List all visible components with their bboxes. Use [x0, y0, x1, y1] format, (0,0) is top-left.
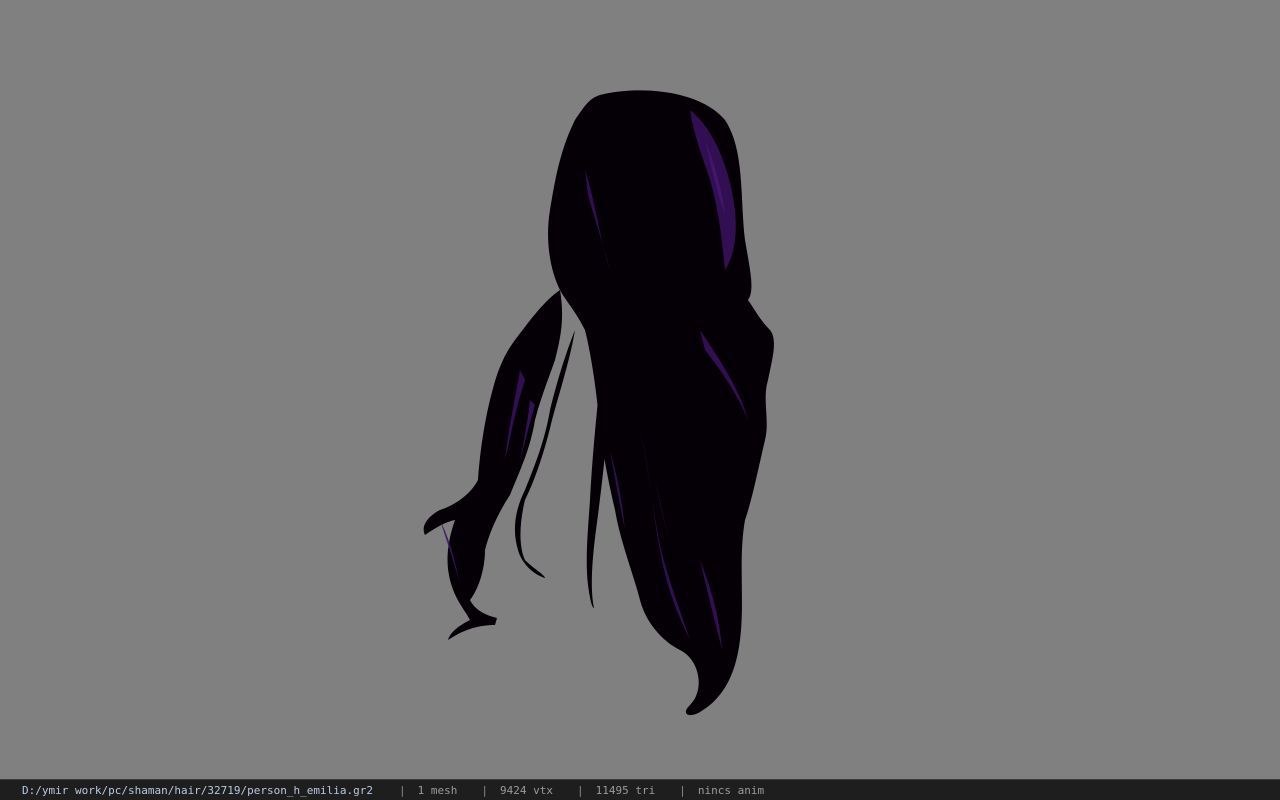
status-bar: D:/ymir work/pc/shaman/hair/32719/person…	[0, 779, 1280, 800]
status-triangle-count: 11495 tri	[595, 783, 656, 797]
status-anim-status: nincs anim	[697, 783, 765, 797]
hair-strand-center	[586, 380, 609, 608]
status-file-path: D:/ymir work/pc/shaman/hair/32719/person…	[22, 783, 373, 797]
status-mesh-count: 1 mesh	[417, 783, 458, 797]
status-separator: |	[679, 783, 686, 797]
hair-left-strands	[423, 290, 563, 640]
status-separator: |	[481, 783, 488, 797]
status-separator: |	[399, 783, 406, 797]
status-vertex-count: 9424 vtx	[500, 783, 553, 797]
status-separator: |	[576, 783, 584, 797]
3d-viewport[interactable]	[0, 0, 1280, 779]
hair-model	[423, 90, 774, 716]
